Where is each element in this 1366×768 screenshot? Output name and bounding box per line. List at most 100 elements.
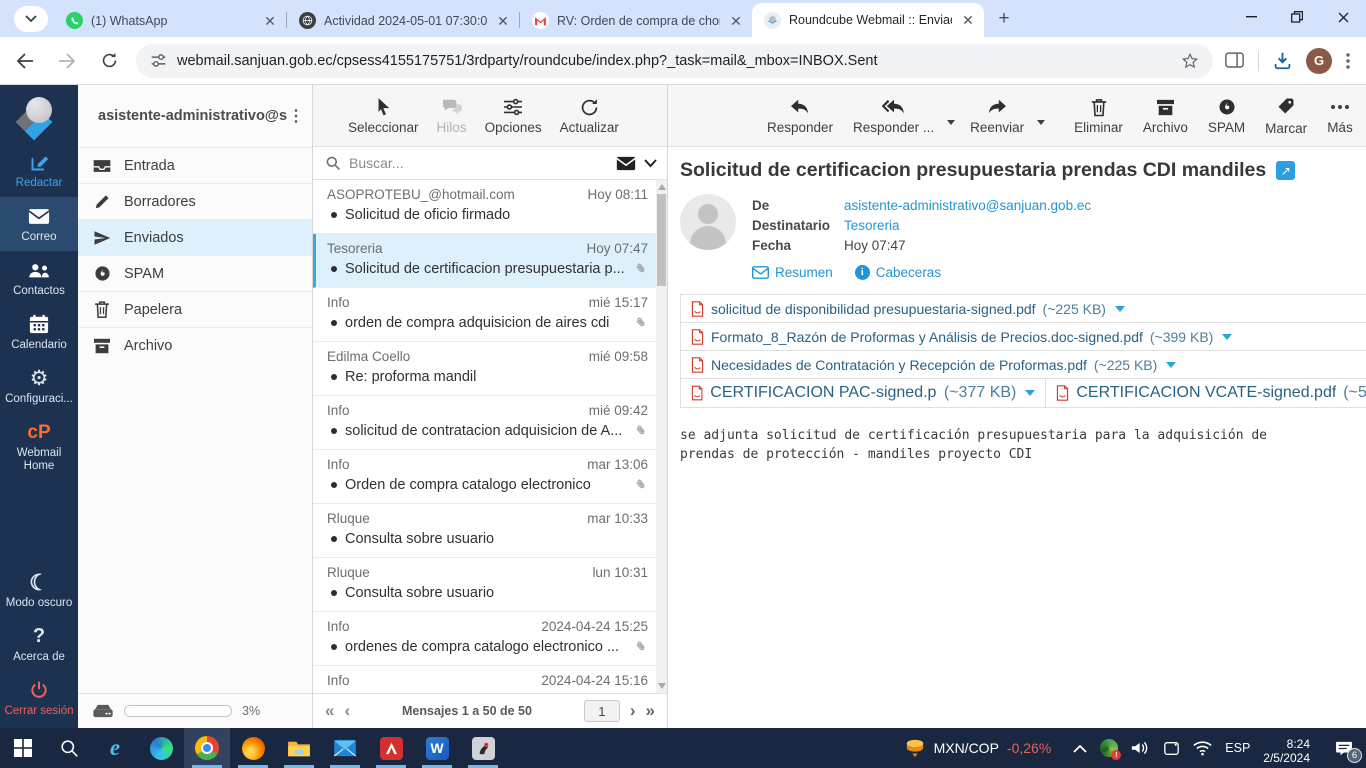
taskbar-firefox-button[interactable] [230,728,276,768]
attachment-name[interactable]: CERTIFICACION PAC-signed.pdf [710,384,937,402]
taskbar-word-button[interactable]: W [414,728,460,768]
site-settings-icon[interactable] [150,52,167,69]
search-options-chevron-icon[interactable] [644,159,657,168]
prev-page-button[interactable]: ‹ [344,701,350,721]
new-tab-button[interactable]: + [990,5,1018,33]
clock[interactable]: 8:24 2/5/2024 [1263,732,1310,765]
open-in-new-window-icon[interactable]: ↗ [1276,161,1295,180]
message-row[interactable]: ASOPROTEBU_@hotmail.comHoy 08:11 Solicit… [313,180,656,234]
tab-roundcube-active[interactable]: Roundcube Webmail :: Enviados ✕ [752,3,984,37]
reply-all-button[interactable]: Responder ... [846,92,941,139]
reply-button[interactable]: Responder [760,92,840,139]
summary-link[interactable]: Resumen [752,265,833,280]
from-address-link[interactable]: asistente-administrativo@sanjuan.gob.ec [844,198,1091,213]
spam-button[interactable]: SPAM [1201,92,1252,139]
tab-actividad[interactable]: Actividad 2024-05-01 07:30:00 ✕ [287,4,519,37]
next-page-button[interactable]: › [630,701,636,721]
wifi-icon[interactable] [1193,741,1212,756]
scroll-up-icon[interactable] [658,184,666,190]
message-row[interactable]: Info2024-04-24 15:25 ordenes de compra c… [313,612,656,666]
tab-close-icon[interactable]: ✕ [728,13,744,29]
tab-close-icon[interactable]: ✕ [262,13,278,29]
url-text[interactable]: webmail.sanjuan.gob.ec/cpsess4155175751/… [177,53,1171,69]
folder-spam[interactable]: SPAM [78,255,312,291]
folder-trash[interactable]: Papelera [78,291,312,327]
nav-dark-mode[interactable]: ☾ Modo oscuro [0,563,78,617]
volume-icon[interactable] [1131,740,1150,756]
more-button[interactable]: Más [1320,92,1360,139]
nav-about[interactable]: ? Acerca de [0,617,78,671]
folder-menu-icon[interactable]: ⋮ [288,106,304,126]
message-row[interactable]: Edilma Coellomié 09:58 Re: proforma mand… [313,342,656,396]
nav-compose[interactable]: Redactar [0,143,78,197]
attachment-menu-caret-icon[interactable] [1222,334,1232,340]
message-row[interactable]: Infomié 09:42 solicitud de contratacion … [313,396,656,450]
close-button[interactable] [1320,0,1366,34]
attachment-item[interactable]: solicitud de disponibilidad presupuestar… [681,295,1366,323]
folder-sent[interactable]: Enviados [78,219,312,255]
folder-inbox[interactable]: Entrada [78,147,312,183]
start-button[interactable] [0,728,46,768]
message-row[interactable]: Rluquelun 10:31 Consulta sobre usuario [313,558,656,612]
tab-whatsapp[interactable]: (1) WhatsApp ✕ [54,4,286,37]
attachment-name[interactable]: Necesidades de Contratación y Recepción … [711,357,1087,373]
select-button[interactable]: Seleccionar [341,92,426,139]
back-button[interactable] [8,44,42,78]
taskbar-java-button[interactable] [460,728,506,768]
taskbar-ie-button[interactable]: e [92,728,138,768]
antivirus-icon[interactable]: ! [1100,739,1118,757]
taskbar-acrobat-button[interactable] [368,728,414,768]
message-row[interactable]: Infomar 13:06 Orden de compra catalogo e… [313,450,656,504]
archive-button[interactable]: Archivo [1136,92,1195,139]
message-row[interactable]: Rluquemar 10:33 Consulta sobre usuario [313,504,656,558]
attachment-item[interactable]: Formato_8_Razón de Proformas y Análisis … [681,323,1366,351]
tab-gmail[interactable]: RV: Orden de compra de chom ✕ [520,4,752,37]
attachment-menu-caret-icon[interactable] [1115,306,1125,312]
bookmark-star-icon[interactable] [1181,52,1199,70]
nav-logout[interactable]: Cerrar sesión [0,671,78,728]
attachment-item[interactable]: CERTIFICACION VCATE-signed.pdf (~555 KB) [1046,379,1366,407]
first-page-button[interactable]: « [325,701,334,721]
attachment-menu-caret-icon[interactable] [1166,362,1176,368]
tab-search-button[interactable] [14,6,48,32]
forward-button[interactable]: Reenviar [963,92,1031,139]
page-number-input[interactable] [584,700,620,722]
attachment-item[interactable]: CERTIFICACION PAC-signed.pdf (~377 KB) [681,379,1046,407]
taskbar-search-button[interactable] [46,728,92,768]
search-scope-mail-icon[interactable] [616,156,636,171]
folder-drafts[interactable]: Borradores [78,183,312,219]
taskbar-mail-button[interactable] [322,728,368,768]
scroll-down-icon[interactable] [658,683,666,689]
stock-ticker[interactable]: MXN/COP -0,26% [894,728,1062,768]
reload-button[interactable] [92,44,126,78]
message-row[interactable]: Infomié 15:17 orden de compra adquisicio… [313,288,656,342]
delete-button[interactable]: Eliminar [1067,92,1130,139]
taskbar-chrome-button[interactable] [184,728,230,768]
to-address-link[interactable]: Tesoreria [844,218,1091,233]
nav-webmail-home[interactable]: cP Webmail Home [0,413,78,480]
taskbar-explorer-button[interactable] [276,728,322,768]
attachment-name[interactable]: solicitud de disponibilidad presupuestar… [711,301,1036,317]
message-row-selected[interactable]: TesoreriaHoy 07:47 Solicitud de certific… [313,234,656,288]
tab-close-icon[interactable]: ✕ [495,13,511,29]
nav-calendar[interactable]: Calendario [0,305,78,359]
threads-button[interactable]: Hilos [430,92,474,139]
tab-close-icon[interactable]: ✕ [960,12,976,28]
options-button[interactable]: Opciones [478,92,549,139]
message-row[interactable]: Info2024-04-24 15:16 [313,666,656,693]
scrollbar-thumb[interactable] [657,194,666,286]
reply-menu-caret-icon[interactable] [947,120,955,125]
attachment-name[interactable]: Formato_8_Razón de Proformas y Análisis … [711,329,1143,345]
tablet-mode-icon[interactable] [1163,741,1180,756]
omnibox[interactable]: webmail.sanjuan.gob.ec/cpsess4155175751/… [136,44,1213,78]
attachment-menu-caret-icon[interactable] [1025,390,1035,396]
taskbar-edge-button[interactable] [138,728,184,768]
list-scrollbar[interactable] [656,180,667,693]
download-icon[interactable] [1273,51,1292,70]
minimize-button[interactable] [1228,0,1274,34]
refresh-button[interactable]: Actualizar [553,92,626,139]
language-indicator[interactable]: ESP [1225,741,1250,755]
account-header[interactable]: asistente-administrativo@s... ⋮ [78,85,312,147]
forward-button[interactable] [50,44,84,78]
headers-link[interactable]: i Cabeceras [855,265,941,280]
